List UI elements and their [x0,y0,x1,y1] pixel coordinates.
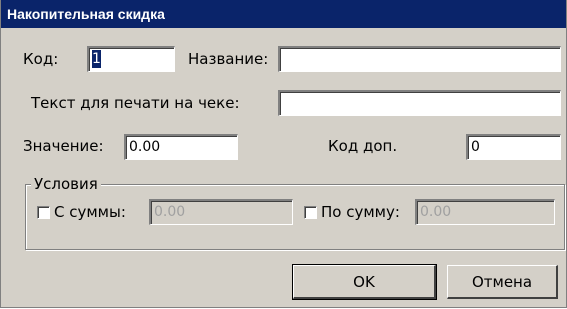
value-label: Значение: [23,137,104,155]
to-sum-field: 0.00 [415,199,555,225]
code-field[interactable]: 1 [87,46,175,72]
extra-code-field[interactable]: 0 [466,134,561,160]
title-bar[interactable]: Накопительная скидка [1,0,566,28]
code-field-value: 1 [92,50,101,68]
value-field[interactable]: 0.00 [124,134,238,160]
from-sum-label[interactable]: С суммы: [54,202,126,222]
cancel-button[interactable]: Отмена [447,265,558,299]
to-sum-label[interactable]: По сумму: [321,202,400,222]
name-label: Название: [188,50,269,68]
receipt-text-field[interactable] [278,90,561,116]
extra-code-label: Код доп. [328,137,398,155]
conditions-title: Условия [31,174,101,194]
code-label: Код: [23,50,59,68]
from-sum-checkbox[interactable] [37,206,50,219]
window-title: Накопительная скидка [7,6,165,22]
dialog-window: Накопительная скидка Код: 1 Название: Те… [0,0,567,308]
to-sum-checkbox[interactable] [304,206,317,219]
ok-button[interactable]: OK [292,264,437,300]
from-sum-field: 0.00 [149,199,293,225]
name-field[interactable] [278,46,561,72]
receipt-text-label: Текст для печати на чеке: [31,94,240,112]
